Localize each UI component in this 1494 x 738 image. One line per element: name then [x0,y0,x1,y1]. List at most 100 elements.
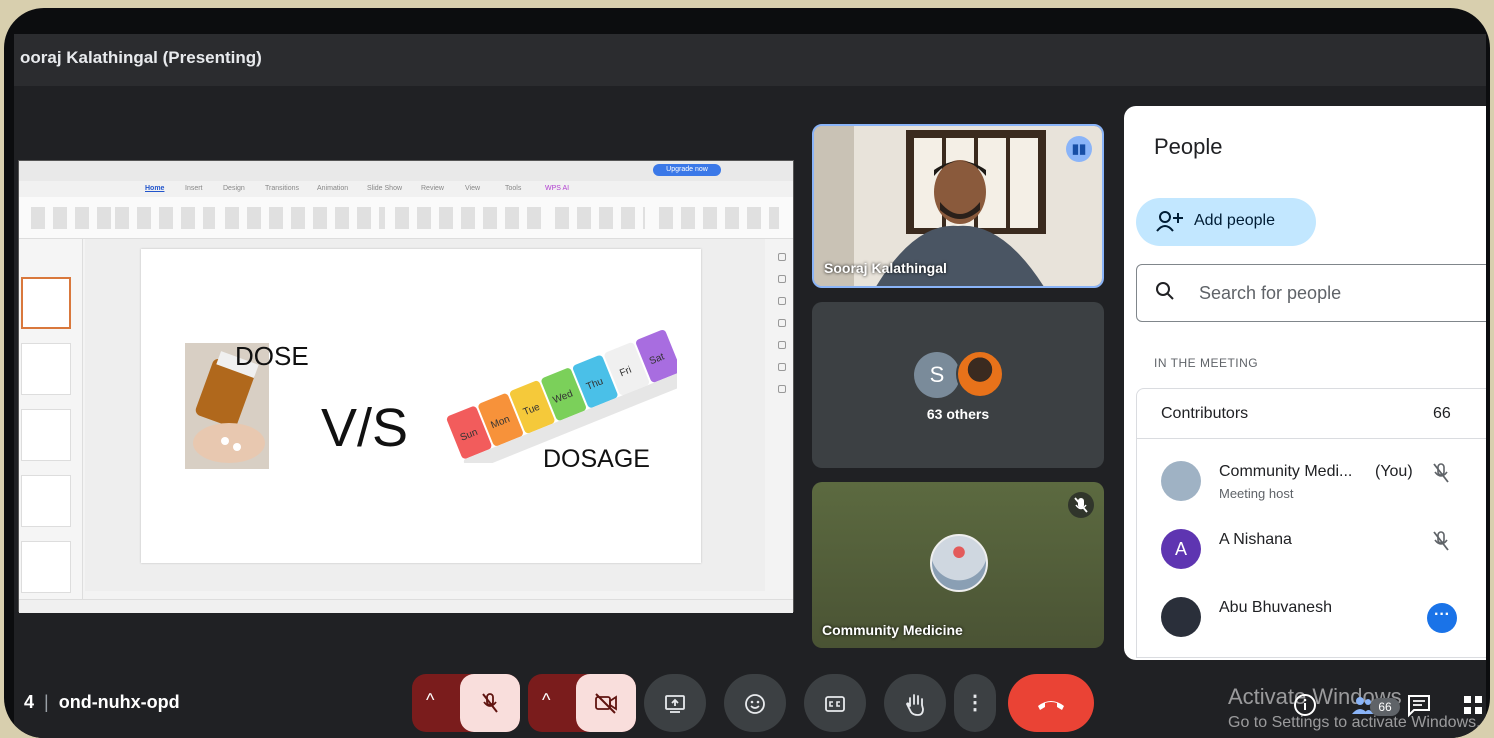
hand-icon [905,693,924,716]
participant-row[interactable]: A A Nishana [1137,519,1486,585]
add-people-label: Add people [1194,212,1275,229]
participant-count-badge: 66 [1370,698,1400,716]
slide-thumbnails [19,239,83,599]
thumbnail-5 [21,541,71,593]
meeting-info: 4 | ond-nuhx-opd [24,692,180,713]
more-options-button[interactable]: ⋮ [954,674,996,732]
muted-mic-icon [1068,492,1094,518]
ppt-status-bar [19,599,793,613]
camera-toggle-button[interactable] [576,674,636,732]
mic-off-icon [482,692,498,713]
participant-row[interactable]: Community Medi... (You) Meeting host [1137,451,1486,517]
search-icon [1156,282,1174,300]
you-tag: (You) [1375,463,1413,480]
captions-icon [825,695,845,712]
participant-avatar: A [1161,529,1201,569]
menu-slideshow: Slide Show [367,185,403,192]
participant-name: A Nishana [1219,531,1292,548]
menu-design: Design [223,185,245,192]
menu-wps-ai: WPS AI [545,185,570,192]
menu-animation: Animation [317,185,349,192]
meeting-code: ond-nuhx-opd [58,692,180,712]
community-medicine-avatar [930,534,988,592]
menu-review: Review [421,185,444,192]
contributors-title: Contributors [1161,405,1249,422]
microphone-control: ^ [412,674,520,732]
others-avatar-photo [956,350,1004,398]
participant-row[interactable]: Abu Bhuvanesh ··· [1137,587,1486,653]
tile-community-medicine[interactable]: Community Medicine [812,482,1104,648]
screen-frame: ooraj Kalathingal (Presenting) Upgrade n… [4,8,1490,738]
people-panel-title: People [1154,134,1223,159]
captions-button[interactable] [804,674,866,732]
participant-mic-off-icon[interactable] [1429,529,1453,553]
chat-icon[interactable] [1406,692,1432,718]
thumbnail-2 [21,343,71,395]
activities-icon[interactable] [1460,692,1486,718]
add-person-icon [1156,210,1184,237]
participant-name: Abu Bhuvanesh [1219,599,1332,616]
in-meeting-section-label: IN THE MEETING [1154,356,1259,370]
contributors-count: 66 [1433,405,1451,422]
participant-avatar [1161,461,1201,501]
more-options-icon[interactable]: ··· [1427,603,1457,633]
dosage-label: DOSAGE [543,445,650,473]
thumbnail-4 [21,475,71,527]
community-medicine-name: Community Medicine [822,622,963,638]
meeting-details-icon[interactable] [1292,692,1318,718]
menu-view: View [465,185,481,192]
menu-tools: Tools [505,185,522,192]
search-people-input[interactable]: Search for people [1136,264,1486,322]
participant-name: Community Medi... [1219,463,1353,480]
present-icon [665,694,685,713]
camera-off-icon [595,693,617,714]
meeting-controls-bar: 4 | ond-nuhx-opd ^ ^ ⋮ Activate Windows … [14,670,1486,738]
upgrade-button: Upgrade now [653,164,721,176]
mic-options-chevron-icon[interactable]: ^ [426,690,434,711]
add-people-button[interactable]: Add people [1136,198,1316,246]
ppt-tab-bar: Upgrade now [19,161,793,181]
others-avatar-initial: S [914,352,960,398]
tile-others[interactable]: S 63 others [812,302,1104,468]
people-panel: People Add people Search for people IN T… [1124,106,1486,660]
participant-mic-off-icon[interactable] [1429,461,1453,485]
separator: | [44,692,49,712]
participant-role: Meeting host [1219,486,1294,501]
camera-options-chevron-icon[interactable]: ^ [542,690,550,711]
presenter-title: ooraj Kalathingal (Presenting) [20,48,262,67]
thumbnail-3 [21,409,71,461]
participant-avatar [1161,597,1201,637]
ppt-side-toolbar [771,239,793,591]
notes-bar [85,585,765,597]
leave-call-button[interactable] [1008,674,1094,732]
menu-home: Home [145,185,165,192]
menu-transitions: Transitions [265,185,299,192]
slide-canvas: DOSE V/S Sun Mon Tue Wed Thu Fri Sat DOS… [85,239,765,591]
thumbnail-1 [21,277,71,329]
camera-control: ^ [528,674,636,732]
reactions-button[interactable] [724,674,786,732]
vs-label: V/S [321,398,409,458]
presenter-bar: ooraj Kalathingal (Presenting) [14,34,1486,86]
menu-insert: Insert [185,185,203,192]
contributors-list: Contributors 66 Community Medi... (You) … [1136,388,1486,658]
meet-window: ooraj Kalathingal (Presenting) Upgrade n… [14,34,1486,738]
others-label: 63 others [926,406,990,422]
clock-fragment: 4 [24,692,35,712]
ppt-menu-bar: Home Insert Design Transitions Animation… [19,181,793,197]
tile-speaker[interactable]: ▮▮ Sooraj Kalathingal [812,124,1104,288]
hang-up-icon [1038,701,1064,710]
speaking-indicator-icon: ▮▮ [1066,136,1092,162]
microphone-toggle-button[interactable] [460,674,520,732]
emoji-icon [745,693,765,714]
shared-screen: Upgrade now Home Insert Design Transitio… [18,160,794,613]
search-placeholder: Search for people [1199,283,1342,303]
present-screen-button[interactable] [644,674,706,732]
dose-label: DOSE [235,341,309,371]
weekly-pill-organizer-image: Sun Mon Tue Wed Thu Fri Sat [446,329,677,463]
contributors-header[interactable]: Contributors 66 [1137,389,1486,439]
speaker-name: Sooraj Kalathingal [824,260,947,276]
raise-hand-button[interactable] [884,674,946,732]
current-slide: DOSE V/S Sun Mon Tue Wed Thu Fri Sat DOS… [141,249,701,563]
ppt-ribbon [19,197,793,239]
